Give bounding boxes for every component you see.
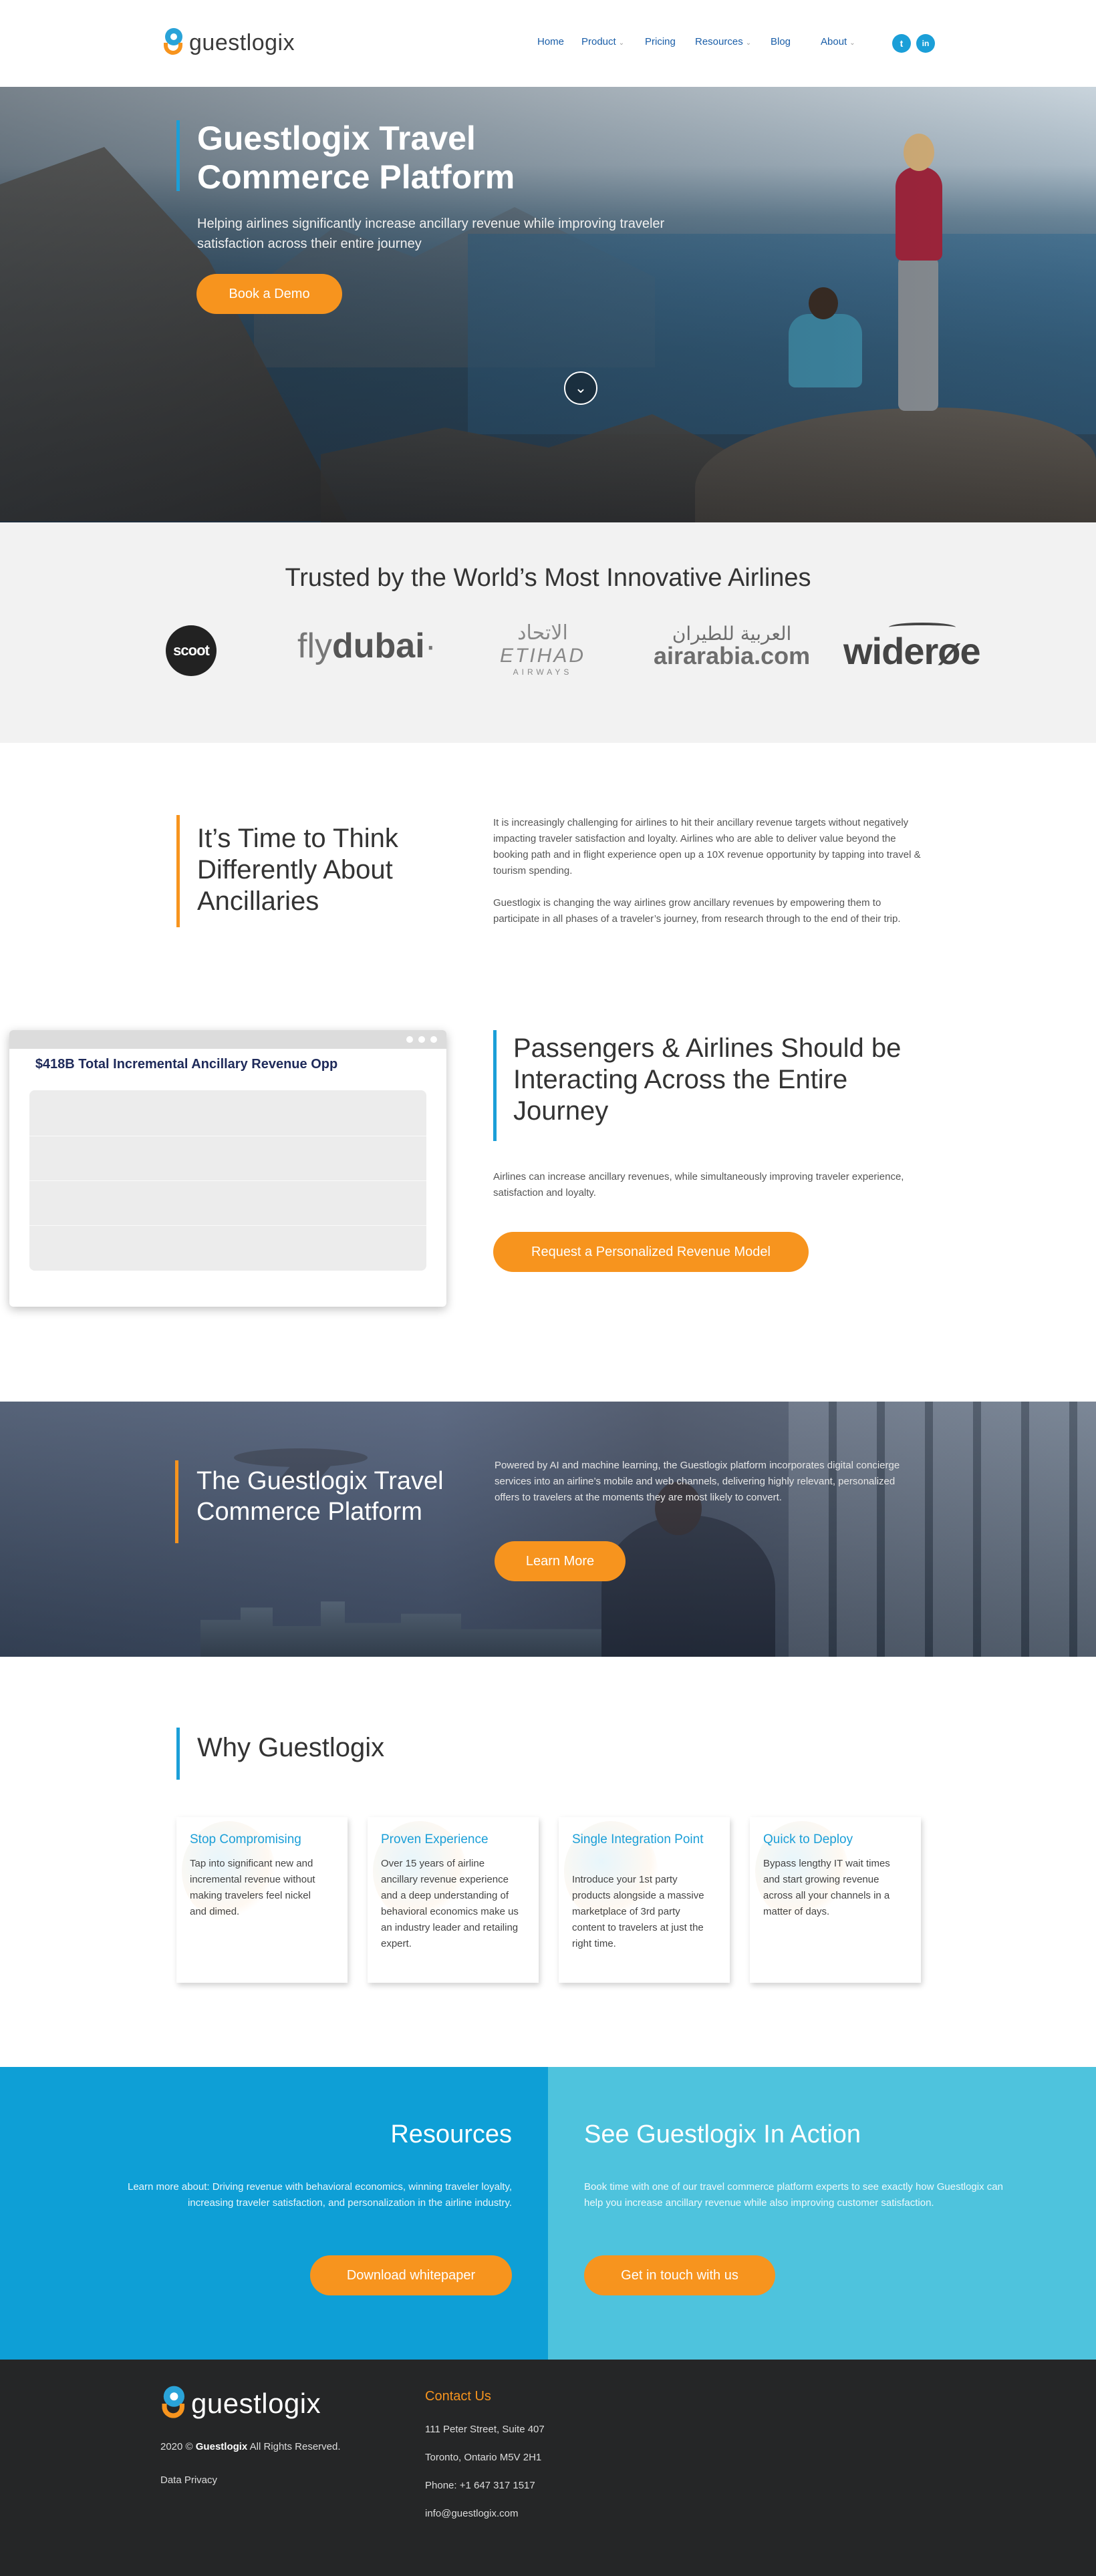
airarabia-logo: العربية للطيران airarabia.com (654, 623, 810, 670)
footer-rights: All Rights Reserved. (249, 2441, 341, 2452)
chevron-down-icon: ⌄ (574, 379, 587, 396)
nav-about-label: About (821, 36, 847, 47)
nav-blog[interactable]: Blog (771, 36, 791, 47)
chevron-down-icon: ⌄ (618, 39, 625, 47)
airarabia-logo-english: airarabia.com (654, 642, 811, 669)
page: guestlogix Home Product ⌄ Pricing Resourc… (0, 0, 1096, 2576)
wideroe-logo: widerøe (843, 630, 981, 672)
guestlogix-logo-icon (160, 2386, 186, 2422)
nav-product-label: Product (581, 36, 616, 47)
contact-us-heading: Contact Us (425, 2389, 491, 2404)
why-title: Why Guestlogix (197, 1733, 385, 1762)
twitter-icon[interactable]: t (892, 34, 911, 53)
why-card-proven-experience: Proven Experience Over 15 years of airli… (368, 1817, 539, 1983)
why-card-title: Proven Experience (381, 1832, 489, 1846)
why-card-quick-to-deploy: Quick to Deploy Bypass lengthy IT wait t… (750, 1817, 921, 1983)
linkedin-icon[interactable]: in (916, 34, 935, 53)
nav-product[interactable]: Product ⌄ (581, 36, 624, 47)
nav-pricing[interactable]: Pricing (645, 36, 676, 47)
in-action-title: See Guestlogix In Action (584, 2120, 861, 2148)
chevron-down-icon: ⌄ (745, 39, 752, 47)
footer-phone[interactable]: Phone: +1 647 317 1517 (425, 2480, 535, 2491)
platform-title: The Guestlogix Travel Commerce Platform (196, 1467, 444, 1526)
trusted-airlines-section: Trusted by the World’s Most Innovative A… (0, 522, 1096, 743)
flydubai-logo-c: · (424, 627, 436, 665)
passengers-title: Passengers & Airlines Should be Interact… (513, 1033, 902, 1126)
etihad-logo-english: ETIHAD (500, 645, 586, 667)
chevron-down-icon: ⌄ (849, 39, 855, 47)
revenue-dashboard-mockup: $418B Total Incremental Ancillary Revenu… (9, 1030, 446, 1307)
flydubai-logo: flydubai· (297, 626, 436, 666)
data-privacy-link[interactable]: Data Privacy (160, 2474, 217, 2486)
flydubai-logo-b: dubai (332, 627, 425, 665)
why-card-title: Quick to Deploy (763, 1832, 853, 1846)
scroll-down-button[interactable]: ⌄ (564, 371, 597, 405)
why-card-text: Tap into significant new and incremental… (190, 1858, 315, 1917)
nav-resources[interactable]: Resources ⌄ (695, 36, 751, 47)
footer-year: 2020 © (160, 2441, 193, 2452)
footer-email[interactable]: info@guestlogix.com (425, 2508, 518, 2519)
think-title: It’s Time to Think Differently About Anc… (197, 824, 398, 916)
think-accent-bar (176, 815, 180, 927)
window-dot-icon (418, 1036, 425, 1043)
guestlogix-logo-icon (162, 28, 184, 57)
passengers-accent-bar (493, 1030, 497, 1141)
flydubai-logo-a: fly (297, 627, 332, 665)
footer-address-line-2: Toronto, Ontario M5V 2H1 (425, 2452, 542, 2463)
hero-subtitle: Helping airlines significantly increase … (197, 216, 665, 251)
why-card-stop-compromising: Stop Compromising Tap into significant n… (176, 1817, 348, 1983)
mockup-table (29, 1090, 426, 1271)
footer: guestlogix 2020 © Guestlogix All Rights … (0, 2360, 1096, 2576)
window-dot-icon (406, 1036, 413, 1043)
learn-more-button[interactable]: Learn More (495, 1541, 626, 1581)
platform-text: Powered by AI and machine learning, the … (495, 1460, 900, 1503)
scoot-logo: scoot (166, 625, 217, 676)
think-paragraph-1: It is increasingly challenging for airli… (493, 817, 921, 876)
nav-home[interactable]: Home (537, 36, 564, 47)
brand-logo[interactable]: guestlogix (162, 28, 295, 57)
platform-section (0, 1402, 1096, 1657)
nav-about[interactable]: About ⌄ (821, 36, 855, 47)
why-accent-bar (176, 1728, 180, 1780)
why-card-title: Stop Compromising (190, 1832, 301, 1846)
book-demo-button[interactable]: Book a Demo (196, 274, 342, 314)
etihad-logo-arabic: الاتحاد (517, 621, 568, 645)
window-dot-icon (430, 1036, 437, 1043)
top-navbar: guestlogix Home Product ⌄ Pricing Resourc… (0, 0, 1096, 87)
request-revenue-model-button[interactable]: Request a Personalized Revenue Model (493, 1232, 809, 1272)
etihad-logo-sub: AIRWAYS (513, 667, 573, 677)
platform-accent-bar (175, 1460, 178, 1543)
mockup-window-bar (9, 1030, 446, 1049)
why-card-text: Bypass lengthy IT wait times and start g… (763, 1858, 890, 1917)
why-card-text: Over 15 years of airline ancillary reven… (381, 1858, 519, 1949)
why-card-text: Introduce your 1st party products alongs… (572, 1874, 704, 1949)
think-paragraph-2: Guestlogix is changing the way airlines … (493, 897, 901, 925)
hero-title: Guestlogix Travel Commerce Platform (197, 120, 515, 196)
footer-brand-name: guestlogix (191, 2388, 321, 2419)
brand-name: guestlogix (189, 29, 295, 55)
why-card-single-integration: Single Integration Point Introduce your … (559, 1817, 730, 1983)
resources-text: Learn more about: Driving revenue with b… (127, 2181, 512, 2209)
nav-resources-label: Resources (695, 36, 743, 47)
in-action-text: Book time with one of our travel commerc… (584, 2181, 1003, 2209)
footer-copyright: 2020 © Guestlogix All Rights Reserved. (160, 2441, 341, 2452)
why-card-title: Single Integration Point (572, 1832, 704, 1846)
in-action-panel: See Guestlogix In Action Book time with … (548, 2067, 1096, 2360)
resources-title: Resources (390, 2120, 512, 2148)
footer-address-line-1: 111 Peter Street, Suite 407 (425, 2424, 545, 2435)
hero-accent-bar (176, 120, 180, 191)
trusted-title: Trusted by the World’s Most Innovative A… (285, 564, 811, 592)
mockup-title: $418B Total Incremental Ancillary Revenu… (35, 1057, 338, 1072)
resources-panel: Resources Learn more about: Driving reve… (0, 2067, 548, 2360)
footer-logo[interactable]: guestlogix (160, 2386, 321, 2422)
etihad-logo: الاتحاد ETIHAD AIRWAYS (500, 621, 585, 677)
passengers-text: Airlines can increase ancillary revenues… (493, 1171, 904, 1198)
get-in-touch-button[interactable]: Get in touch with us (584, 2255, 775, 2295)
footer-company: Guestlogix (195, 2441, 248, 2452)
download-whitepaper-button[interactable]: Download whitepaper (310, 2255, 512, 2295)
